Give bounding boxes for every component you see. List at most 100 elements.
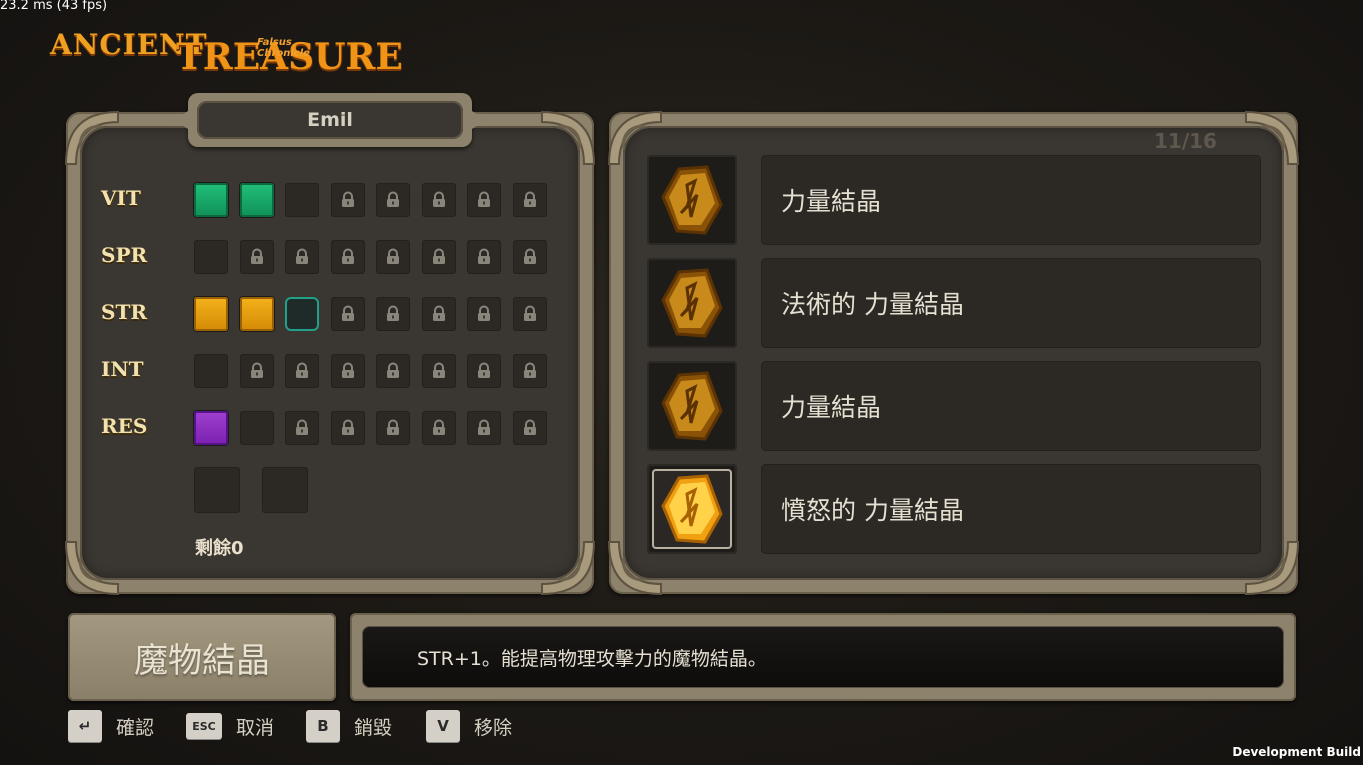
lock-icon [524,305,536,321]
development-build-label: Development Build [1232,745,1361,759]
stat-label-int: INT [101,357,144,381]
stat-slot-spr-8 [513,240,547,274]
lock-icon [296,362,308,378]
stat-slot-vit-7 [467,183,501,217]
stat-slot-res-3 [285,411,319,445]
item-row-4[interactable]: 憤怒的 力量結晶 [761,464,1261,554]
enter-key-icon[interactable]: ↵ [68,710,102,742]
stat-slot-spr-7 [467,240,501,274]
lock-icon [524,419,536,435]
control-confirm-label: 確認 [116,716,155,739]
stat-label-res: RES [101,414,148,438]
stat-slot-spr-4 [331,240,365,274]
nameplate-inner: Emil [197,101,463,139]
lock-icon [478,248,490,264]
b-key-icon[interactable]: B [306,710,340,742]
logo-subtitle: Falsus Chronicle [257,37,310,59]
item-description-text: STR+1。能提高物理攻擊力的魔物結晶。 [417,647,767,670]
stat-slot-int-7 [467,354,501,388]
lock-icon [296,248,308,264]
stat-slot-str-8 [513,297,547,331]
stat-label-vit: VIT [101,186,141,210]
item-name: 憤怒的 力量結晶 [781,496,964,525]
stat-label-str: STR [101,300,147,324]
lock-icon [342,362,354,378]
stat-slot-spr-1[interactable] [194,240,228,274]
item-icon-slot[interactable] [647,155,737,245]
ornament-corner-icon [62,538,122,598]
control-remove[interactable]: V 移除 [426,709,512,743]
remaining-points: 剩餘0 [195,538,244,559]
lock-icon [478,191,490,207]
ornament-corner-icon [538,538,598,598]
lock-icon [342,248,354,264]
fps-counter: 23.2 ms (43 fps) [0,0,108,13]
stat-slot-str-6 [422,297,456,331]
esc-key-icon[interactable]: ESC [186,713,222,739]
lock-icon [342,191,354,207]
lock-icon [478,362,490,378]
lock-icon [478,305,490,321]
character-name: Emil [307,109,353,131]
stat-slot-vit-6 [422,183,456,217]
extra-slot-2[interactable] [262,467,308,513]
lock-icon [524,362,536,378]
stat-slot-spr-6 [422,240,456,274]
item-name: 力量結晶 [781,187,882,216]
stat-slot-int-1[interactable] [194,354,228,388]
item-description-box: STR+1。能提高物理攻擊力的魔物結晶。 [350,613,1296,701]
item-row-3[interactable]: 力量結晶 [761,361,1261,451]
lock-icon [251,248,263,264]
item-icon-slot[interactable] [647,464,737,554]
stat-slot-res-1[interactable] [194,411,228,445]
stat-slot-int-5 [376,354,410,388]
stat-slot-vit-3[interactable] [285,183,319,217]
control-cancel[interactable]: ESC 取消 [186,709,274,743]
control-confirm[interactable]: ↵ 確認 [68,709,154,743]
stat-slot-res-2[interactable] [240,411,274,445]
stat-slot-int-4 [331,354,365,388]
extra-slot-1[interactable] [194,467,240,513]
control-remove-label: 移除 [474,716,513,739]
item-icon-slot[interactable] [647,258,737,348]
stat-slot-int-6 [422,354,456,388]
item-name: 法術的 力量結晶 [781,290,964,319]
stat-slot-str-2[interactable] [240,297,274,331]
stat-slot-spr-2 [240,240,274,274]
stat-slot-res-8 [513,411,547,445]
game-logo: ANCIENT TREASURE Falsus Chronicle [50,28,403,80]
item-row-1[interactable]: 力量結晶 [761,155,1261,245]
stat-slot-res-6 [422,411,456,445]
lock-icon [342,305,354,321]
lock-icon [433,362,445,378]
nameplate-left-point [174,111,188,129]
item-row-2[interactable]: 法術的 力量結晶 [761,258,1261,348]
stat-slot-vit-8 [513,183,547,217]
lock-icon [524,191,536,207]
stat-slot-str-5 [376,297,410,331]
v-key-icon[interactable]: V [426,710,460,742]
lock-icon [296,419,308,435]
lock-icon [251,362,263,378]
control-destroy[interactable]: B 銷毀 [306,709,392,743]
stat-slot-vit-5 [376,183,410,217]
lock-icon [433,305,445,321]
item-name: 力量結晶 [781,393,882,422]
item-icon-slot[interactable] [647,361,737,451]
stat-slot-int-8 [513,354,547,388]
nameplate-right-point [472,111,486,129]
stat-slot-spr-5 [376,240,410,274]
stat-slot-str-1[interactable] [194,297,228,331]
lock-icon [387,305,399,321]
stat-slot-res-5 [376,411,410,445]
stat-slot-str-3[interactable] [285,297,319,331]
control-destroy-label: 銷毀 [354,716,393,739]
ornament-corner-icon [538,108,598,168]
stat-slot-vit-2[interactable] [240,183,274,217]
stat-slot-vit-1[interactable] [194,183,228,217]
stat-slot-spr-3 [285,240,319,274]
lock-icon [478,419,490,435]
lock-icon [342,419,354,435]
stat-slot-str-4 [331,297,365,331]
character-nameplate: Emil [174,93,486,147]
